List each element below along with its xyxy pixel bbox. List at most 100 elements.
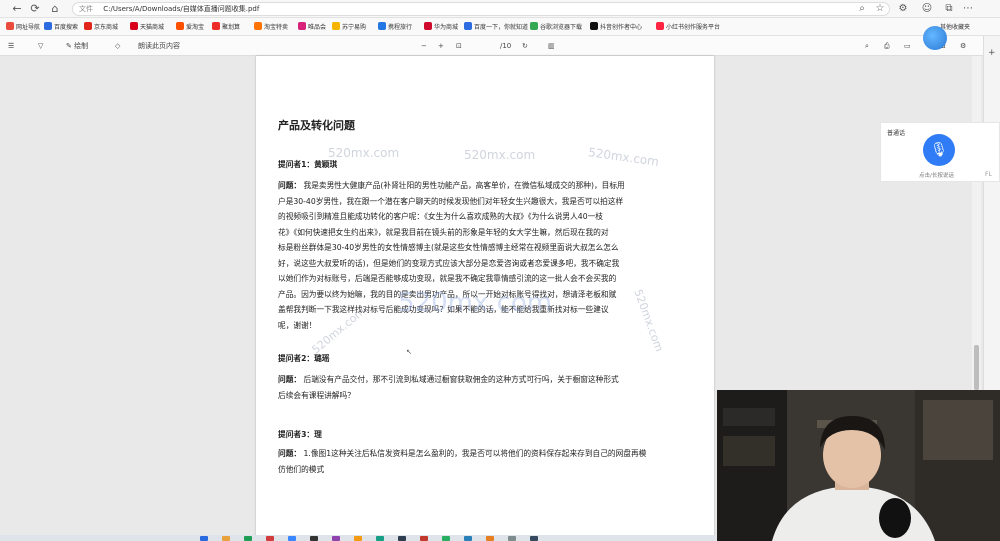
bookmark-item[interactable]: 爱淘宝 — [176, 22, 204, 33]
bookmark-label: 苏宁易购 — [342, 24, 367, 31]
add-icon[interactable]: + — [988, 48, 996, 58]
bookmark-item[interactable]: 淘宝特卖 — [254, 22, 288, 33]
taskbar-app-icon[interactable] — [420, 536, 428, 541]
print-icon[interactable]: ⎙ — [884, 40, 890, 52]
bookmark-label: 京东商城 — [94, 24, 119, 31]
address-bar[interactable]: 文件 C:/Users/A/Downloads/自媒体直播问题收集.pdf — [72, 2, 890, 16]
bookmark-item[interactable]: 聚划算 — [212, 22, 240, 33]
watermark-large: 520mx.com — [398, 288, 553, 318]
microphone-button[interactable]: 🎙 — [923, 134, 955, 166]
bookmark-label: 小红书创作服务平台 — [666, 24, 721, 31]
taskbar-app-icon[interactable] — [310, 536, 318, 541]
q2-paragraph: 问题： 后端没有产品交付，那不引流到私域通过橱窗获取佣金的这种方式可行吗，关于橱… — [278, 372, 690, 403]
taskbar-app-icon[interactable] — [464, 536, 472, 541]
settings-icon[interactable]: ⚙ — [960, 40, 966, 52]
assistant-orb-icon[interactable] — [923, 26, 947, 50]
q1-text-line: 花》《如何快速把女生约出来》，就是我目前在镜头前的形象是年轻的女大学生嘛，然后现… — [278, 227, 609, 237]
q1-text-line: 呢，谢谢！ — [278, 320, 317, 330]
bookmark-item[interactable]: 苏宁易购 — [332, 22, 366, 33]
taskbar-app-icon[interactable] — [486, 536, 494, 541]
save-icon[interactable]: ▭ — [904, 40, 911, 52]
fit-page-icon[interactable]: ⊡ — [456, 40, 462, 52]
browser-menu-icon[interactable]: ⋯ — [962, 2, 974, 16]
taskbar-app-icon[interactable] — [376, 536, 384, 541]
taskbar-app-icon[interactable] — [508, 536, 516, 541]
browser-titlebar: ← ⟳ ⌂ 文件 C:/Users/A/Downloads/自媒体直播问题收集.… — [0, 0, 1000, 18]
taskbar-app-icon[interactable] — [354, 536, 362, 541]
q1-text-line: 户是30-40岁男性，我在跟一个潜在客户聊天的时候发现他们对年轻女生兴趣很大，我… — [278, 196, 624, 206]
watermark: 520mx.com — [328, 146, 400, 160]
taskbar-app-icon[interactable] — [244, 536, 252, 541]
page-view-icon[interactable]: ▥ — [548, 40, 555, 52]
q1-text-line: 以她们作为对标账号，后端是否能够成功变现，就是我不确定我靠情感引流的这一批人会不… — [278, 274, 617, 283]
back-icon[interactable]: ← — [10, 2, 24, 16]
bookmark-label: 抖音创作者中心 — [600, 24, 643, 31]
zoom-out-icon[interactable]: − — [421, 40, 427, 52]
draw-button[interactable]: ✎ 绘制 — [66, 40, 88, 52]
taskbar-app-icon[interactable] — [332, 536, 340, 541]
home-icon[interactable]: ⌂ — [48, 2, 62, 16]
taskbar-app-icon[interactable] — [200, 536, 208, 541]
bookmark-favicon-icon — [530, 22, 538, 30]
q2-text-line: 后端没有产品交付，那不引流到私域通过橱窗获取佣金的这种方式可行吗，关于橱窗这种形… — [303, 375, 619, 384]
read-aloud-button[interactable]: 朗读此页内容 — [138, 40, 180, 52]
bookmark-favicon-icon — [84, 22, 92, 30]
list-icon[interactable]: ☰ — [8, 40, 14, 52]
taskbar-app-icon[interactable] — [222, 536, 230, 541]
taskbar-app-icon[interactable] — [288, 536, 296, 541]
bookmark-favicon-icon — [656, 22, 664, 30]
bookmark-label: 华为商城 — [434, 24, 459, 31]
url-text: C:/Users/A/Downloads/自媒体直播问题收集.pdf — [103, 5, 260, 13]
bookmark-favicon-icon — [464, 22, 472, 30]
taskbar-app-icon[interactable] — [266, 536, 274, 541]
collections-icon[interactable]: ⧉ — [943, 2, 955, 16]
bookmark-item[interactable]: 百度搜索 — [44, 22, 78, 33]
filter-icon[interactable]: ▽ — [38, 40, 43, 52]
voice-language-label: 普通话 — [887, 130, 906, 137]
rotate-icon[interactable]: ↻ — [522, 40, 528, 52]
profile-icon[interactable]: ☺ — [921, 2, 933, 16]
page-count: /10 — [500, 42, 512, 50]
bookmark-item[interactable]: 京东商城 — [84, 22, 118, 33]
refresh-icon[interactable]: ⟳ — [28, 2, 42, 16]
bookmark-favicon-icon — [6, 22, 14, 30]
zoom-in-icon[interactable]: + — [438, 40, 444, 52]
bookmark-label: 爱淘宝 — [186, 24, 205, 31]
bookmark-label: 百度搜索 — [54, 24, 79, 31]
bookmark-item[interactable]: 天猫商城 — [130, 22, 164, 33]
taskbar-app-icon[interactable] — [442, 536, 450, 541]
extensions-icon[interactable]: ⚙ — [897, 2, 909, 16]
taskbar-app-icon[interactable] — [530, 536, 538, 541]
windows-taskbar — [0, 535, 716, 541]
watermark: 520mx.com — [587, 145, 660, 169]
presenter-video-image — [717, 390, 1000, 541]
q3-paragraph: 问题： 1.像图1这种关注后私信发资料是怎么盈利的，我是否可以将他们的资料保存起… — [278, 446, 690, 477]
taskbar-app-icon[interactable] — [398, 536, 406, 541]
search-pdf-icon[interactable]: ⌕ — [865, 40, 869, 52]
bookmark-item[interactable]: 小红书创作服务平台 — [656, 22, 720, 33]
bookmark-item[interactable]: 华为商城 — [424, 22, 458, 33]
bookmark-item[interactable]: 唯品会 — [298, 22, 326, 33]
bookmark-item[interactable]: 抖音创作者中心 — [590, 22, 642, 33]
bookmark-favicon-icon — [44, 22, 52, 30]
q1-text-line: 好，说这些大叔爱听的话)，但是她们的变现方式应该大部分是恋爱咨询或者恋爱课多吧，… — [278, 258, 620, 268]
search-icon[interactable]: ⌕ — [856, 2, 868, 16]
bookmark-label: 唯品会 — [308, 24, 327, 31]
bookmark-item[interactable]: 谷歌浏览器下载 — [530, 22, 582, 33]
bookmark-item[interactable]: 百度一下，你就知道 — [464, 22, 528, 33]
q1-text-line: 的视频吸引到精准且能成功转化的客户呢：《女生为什么喜欢成熟的大叔》《为什么说男人… — [278, 212, 603, 221]
eraser-icon[interactable]: ◇ — [115, 40, 120, 52]
bookmark-favicon-icon — [176, 22, 184, 30]
webcam-overlay — [717, 390, 1000, 541]
draw-label: 绘制 — [74, 42, 89, 50]
section-title: 产品及转化问题 — [278, 119, 355, 132]
voice-fl-label: FL — [985, 171, 992, 178]
scrollbar-thumb[interactable] — [974, 345, 979, 390]
bookmark-item[interactable]: 网址导航 — [6, 22, 40, 33]
bookmark-item[interactable]: 携程旅行 — [378, 22, 412, 33]
bookmark-favicon-icon — [378, 22, 386, 30]
bookmark-favicon-icon — [590, 22, 598, 30]
q2-label: 提问者2：璐瑶 — [278, 354, 330, 363]
favorite-star-icon[interactable]: ☆ — [874, 2, 886, 16]
bookmark-favicon-icon — [298, 22, 306, 30]
